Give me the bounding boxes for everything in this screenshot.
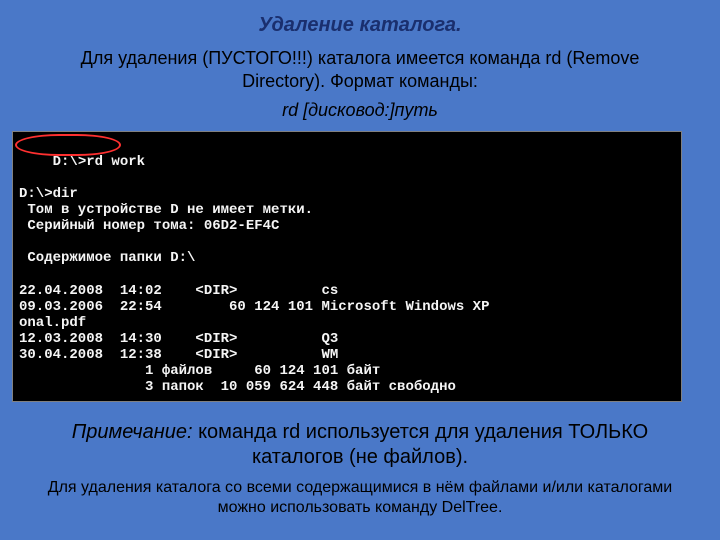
term-line: 22.04.2008 14:02 <DIR> cs bbox=[19, 283, 338, 299]
term-line: D:\>dir bbox=[19, 186, 78, 202]
term-line: Содержимое папки D:\ bbox=[19, 250, 195, 266]
slide: Удаление каталога. Для удаления (ПУСТОГО… bbox=[0, 0, 720, 540]
term-line: Том в устройстве D не имеет метки. bbox=[19, 202, 313, 218]
highlight-circle bbox=[15, 134, 121, 156]
note-primary: Примечание: команда rd используется для … bbox=[50, 420, 670, 470]
term-line: D:\>rd work bbox=[53, 154, 145, 170]
note-lead: Примечание: bbox=[72, 421, 193, 443]
terminal-output: D:\>rd work D:\>dir Том в устройстве D н… bbox=[12, 131, 682, 403]
term-line: 1 файлов 60 124 101 байт bbox=[19, 363, 380, 379]
command-format: rd [дисковод:]путь bbox=[0, 100, 720, 121]
term-line: 12.03.2008 14:30 <DIR> Q3 bbox=[19, 331, 338, 347]
term-line: onal.pdf bbox=[19, 315, 86, 331]
term-line: 09.03.2006 22:54 60 124 101 Microsoft Wi… bbox=[19, 299, 489, 315]
note-secondary: Для удаления каталога со всеми содержащи… bbox=[40, 478, 680, 518]
slide-title: Удаление каталога. bbox=[0, 0, 720, 37]
intro-text: Для удаления (ПУСТОГО!!!) каталога имеет… bbox=[40, 47, 680, 94]
term-line: 3 папок 10 059 624 448 байт свободно bbox=[19, 379, 456, 395]
term-line: Серийный номер тома: 06D2-EF4C bbox=[19, 218, 279, 234]
term-line: 30.04.2008 12:38 <DIR> WM bbox=[19, 347, 338, 363]
note-body: команда rd используется для удаления ТОЛ… bbox=[193, 421, 649, 468]
